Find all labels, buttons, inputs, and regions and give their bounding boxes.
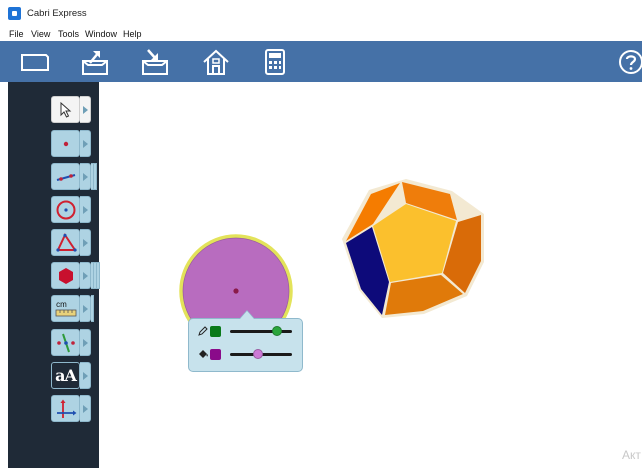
symmetry-icon bbox=[56, 333, 75, 352]
circle-icon bbox=[56, 200, 75, 219]
polygon-fill-icon bbox=[58, 267, 73, 284]
menu-file[interactable]: File bbox=[9, 29, 24, 39]
tool-axes[interactable] bbox=[51, 395, 91, 422]
home-button[interactable] bbox=[199, 45, 233, 79]
open-document-button[interactable] bbox=[78, 45, 112, 79]
save-document-button[interactable] bbox=[138, 45, 172, 79]
blank-sheet-icon bbox=[21, 54, 49, 71]
cursor-arrow-icon bbox=[60, 101, 71, 118]
menu-view[interactable]: View bbox=[31, 29, 50, 39]
tool-polygon[interactable] bbox=[51, 262, 100, 289]
pencil-icon bbox=[198, 326, 208, 336]
menu-bar: File View Tools Window Help bbox=[0, 28, 642, 41]
line-slider-track[interactable] bbox=[230, 330, 292, 333]
tool-point[interactable] bbox=[51, 130, 91, 157]
new-document-button[interactable] bbox=[18, 45, 52, 79]
activation-watermark: Акт bbox=[622, 448, 641, 462]
tool-panel: cm aA bbox=[8, 82, 100, 468]
drawing-canvas[interactable] bbox=[100, 82, 642, 468]
text-icon: aA bbox=[55, 366, 77, 385]
tray-up-arrow-icon bbox=[82, 51, 108, 75]
tool-text[interactable]: aA bbox=[51, 362, 91, 389]
help-button[interactable] bbox=[618, 49, 642, 75]
ruler-cm-icon: cm bbox=[56, 299, 67, 309]
style-popup bbox=[188, 310, 303, 372]
axes-icon bbox=[56, 399, 76, 418]
fill-color-swatch[interactable] bbox=[210, 349, 221, 360]
menu-tools[interactable]: Tools bbox=[58, 29, 79, 39]
main-toolbar bbox=[0, 41, 642, 82]
line-color-swatch[interactable] bbox=[210, 326, 221, 337]
circle-center-point[interactable] bbox=[233, 288, 239, 294]
line-icon bbox=[56, 173, 75, 181]
tray-down-arrow-icon bbox=[142, 49, 168, 75]
tool-pointer[interactable] bbox=[51, 96, 91, 123]
calculator-icon bbox=[265, 49, 285, 75]
tool-sidebar: cm aA bbox=[0, 82, 100, 468]
help-circle-icon bbox=[619, 50, 642, 74]
menu-window[interactable]: Window bbox=[85, 29, 117, 39]
tool-transform[interactable] bbox=[51, 329, 91, 356]
window-title: Cabri Express bbox=[27, 8, 87, 19]
menu-help[interactable]: Help bbox=[123, 29, 142, 39]
tool-measure[interactable]: cm bbox=[51, 295, 94, 322]
point-icon bbox=[63, 141, 68, 146]
home-icon bbox=[203, 49, 229, 75]
fill-slider-knob[interactable] bbox=[252, 349, 263, 359]
app-icon bbox=[8, 7, 21, 20]
dodecahedron-shape[interactable] bbox=[342, 179, 484, 318]
line-slider-knob[interactable] bbox=[271, 326, 282, 336]
tool-triangle[interactable] bbox=[51, 229, 91, 256]
paint-bucket-icon bbox=[199, 350, 208, 358]
title-bar: Cabri Express bbox=[0, 0, 642, 28]
tool-circle[interactable] bbox=[51, 196, 91, 223]
tool-line[interactable] bbox=[51, 163, 97, 190]
triangle-icon bbox=[55, 232, 77, 252]
calculator-button[interactable] bbox=[258, 45, 292, 79]
